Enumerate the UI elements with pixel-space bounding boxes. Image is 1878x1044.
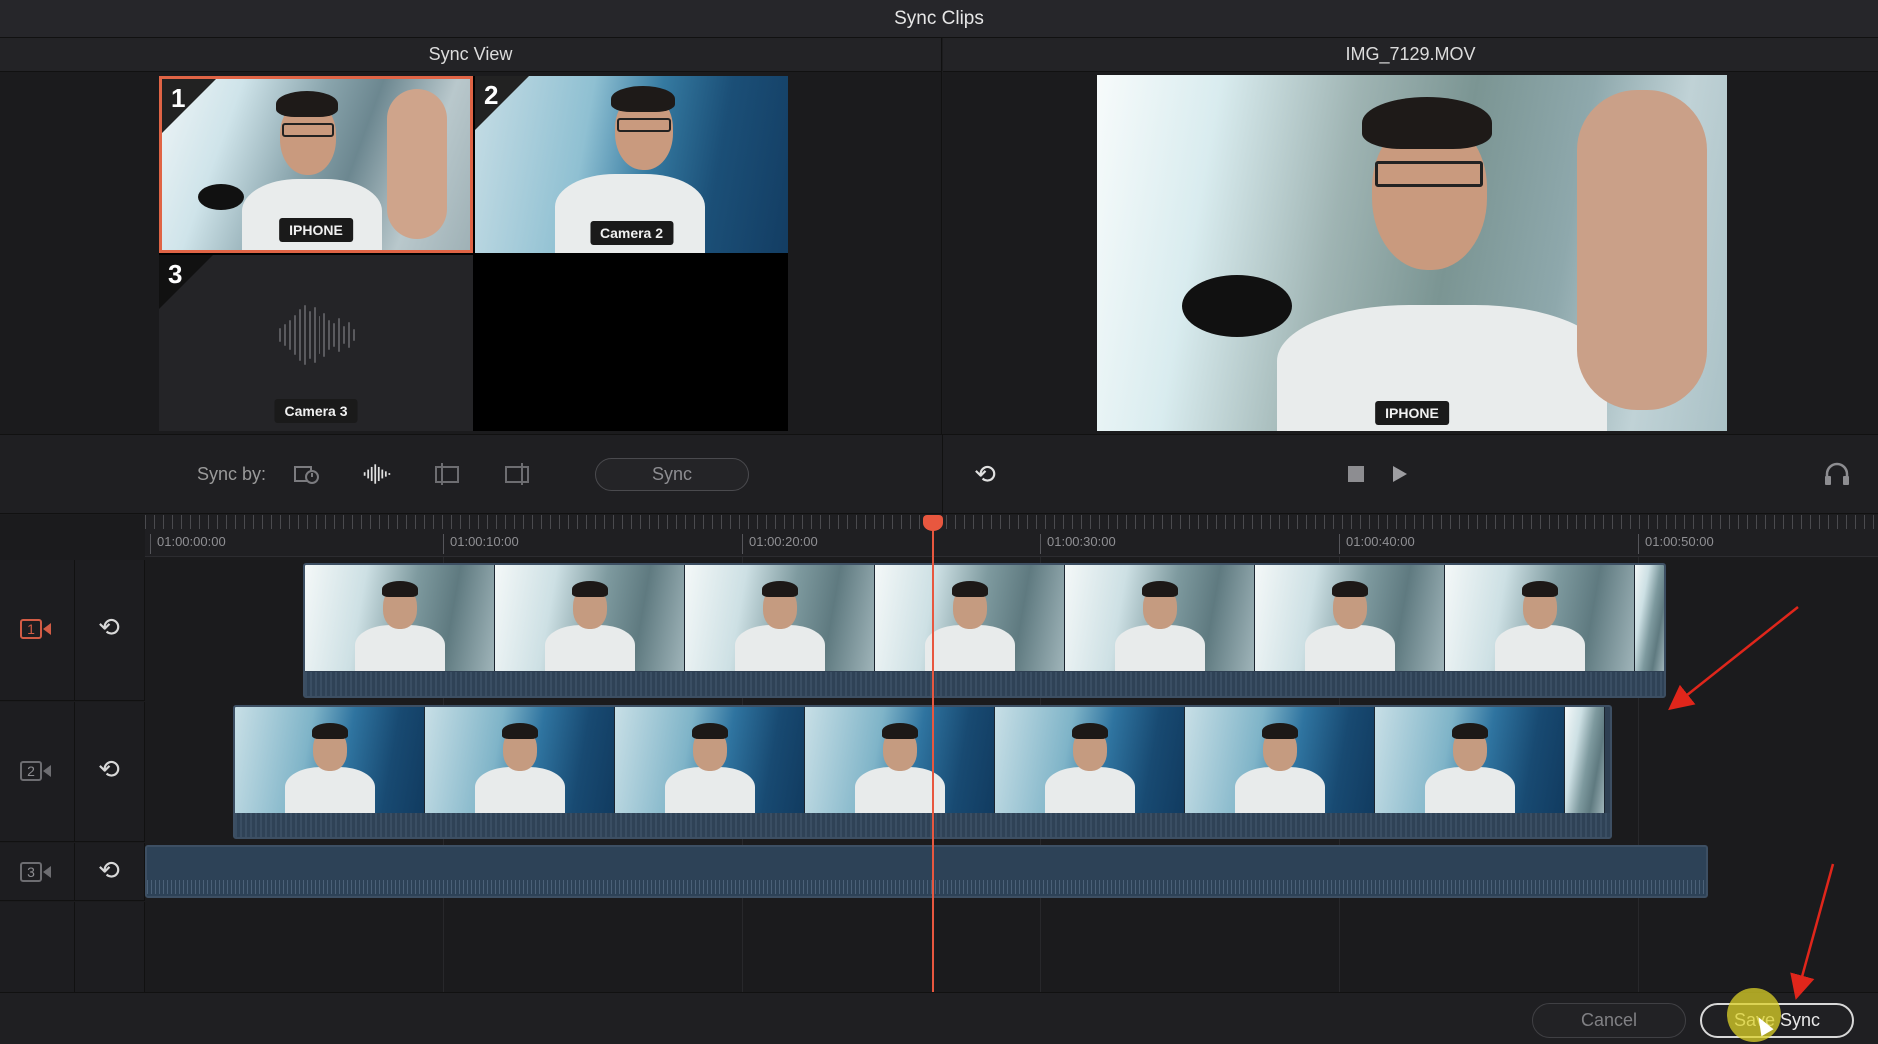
- empty-angle-cell: [475, 255, 788, 431]
- track-3-audio-clip[interactable]: [145, 845, 1708, 898]
- viewer-angle-label: IPHONE: [1375, 401, 1449, 425]
- track-1-number[interactable]: 1: [20, 618, 58, 640]
- track-3-header: 3 ⟲: [0, 843, 145, 901]
- viewer-video-frame[interactable]: IPHONE: [1097, 75, 1727, 431]
- track-2-link-icon[interactable]: ⟲: [94, 754, 124, 784]
- window-titlebar: Sync Clips: [0, 0, 1878, 38]
- timecode-2: 01:00:20:00: [742, 534, 818, 554]
- in-point-sync-icon[interactable]: [432, 461, 462, 487]
- waveform-sync-icon[interactable]: [362, 461, 392, 487]
- stop-icon[interactable]: [1341, 461, 1371, 487]
- timecode-ruler[interactable]: 01:00:00:00 01:00:10:00 01:00:20:00 01:0…: [145, 515, 1878, 557]
- angle-3-number: 3: [168, 259, 183, 289]
- viewer-panel: IPHONE: [943, 72, 1878, 434]
- track-2-number[interactable]: 2: [20, 760, 58, 782]
- track-1-header: 1 ⟲: [0, 560, 145, 701]
- empty-track-header: [0, 902, 145, 992]
- angle-1-number: 1: [171, 83, 186, 113]
- timecode-5: 01:00:50:00: [1638, 534, 1714, 554]
- track-3-link-icon[interactable]: ⟲: [94, 855, 124, 885]
- timecode-sync-icon[interactable]: [292, 461, 322, 487]
- track-2-header: 2 ⟲: [0, 702, 145, 842]
- sync-view-title: Sync View: [428, 44, 513, 64]
- angle-2-number: 2: [484, 80, 499, 110]
- sync-view-panel: 1 IPHONE 2 Camera 2 3 Camera 3: [0, 72, 942, 434]
- angle-3-label: Camera 3: [274, 399, 358, 423]
- timecode-1: 01:00:10:00: [443, 534, 519, 554]
- angle-1-cell[interactable]: 1 IPHONE: [159, 76, 473, 253]
- headphones-icon[interactable]: [1822, 461, 1852, 487]
- playhead[interactable]: [932, 518, 934, 992]
- link-icon[interactable]: ⟲: [970, 459, 1000, 489]
- track-1-link-icon[interactable]: ⟲: [94, 612, 124, 642]
- cursor-highlight: [1727, 988, 1781, 1042]
- timecode-4: 01:00:40:00: [1339, 534, 1415, 554]
- sync-button[interactable]: Sync: [595, 458, 749, 491]
- sync-view-header: Sync View: [0, 38, 942, 72]
- track-1-clip[interactable]: [303, 563, 1666, 698]
- cancel-button[interactable]: Cancel: [1532, 1003, 1686, 1038]
- timecode-3: 01:00:30:00: [1040, 534, 1116, 554]
- controls-divider: [942, 435, 943, 515]
- sync-timeline: 01:00:00:00 01:00:10:00 01:00:20:00 01:0…: [0, 515, 1878, 992]
- angle-3-cell[interactable]: 3 Camera 3: [159, 255, 473, 431]
- timecode-0: 01:00:00:00: [150, 534, 226, 554]
- angle-1-label: IPHONE: [279, 218, 353, 242]
- window-title: Sync Clips: [894, 7, 984, 29]
- multiview-grid: 1 IPHONE 2 Camera 2 3 Camera 3: [159, 76, 788, 431]
- audio-waveform-icon: [279, 305, 355, 365]
- viewer-header: IMG_7129.MOV: [943, 38, 1878, 72]
- track-2-clip[interactable]: [233, 705, 1612, 839]
- track-3-number[interactable]: 3: [20, 861, 58, 883]
- sync-controls-bar: Sync by: Sync ⟲: [0, 434, 1878, 515]
- viewer-clip-name: IMG_7129.MOV: [1345, 44, 1476, 64]
- out-point-sync-icon[interactable]: [502, 461, 532, 487]
- sync-by-label: Sync by:: [197, 464, 267, 484]
- dialog-footer: Cancel Save Sync: [0, 992, 1878, 1044]
- angle-2-cell[interactable]: 2 Camera 2: [475, 76, 788, 253]
- play-icon[interactable]: [1384, 461, 1414, 487]
- angle-2-label: Camera 2: [589, 221, 674, 245]
